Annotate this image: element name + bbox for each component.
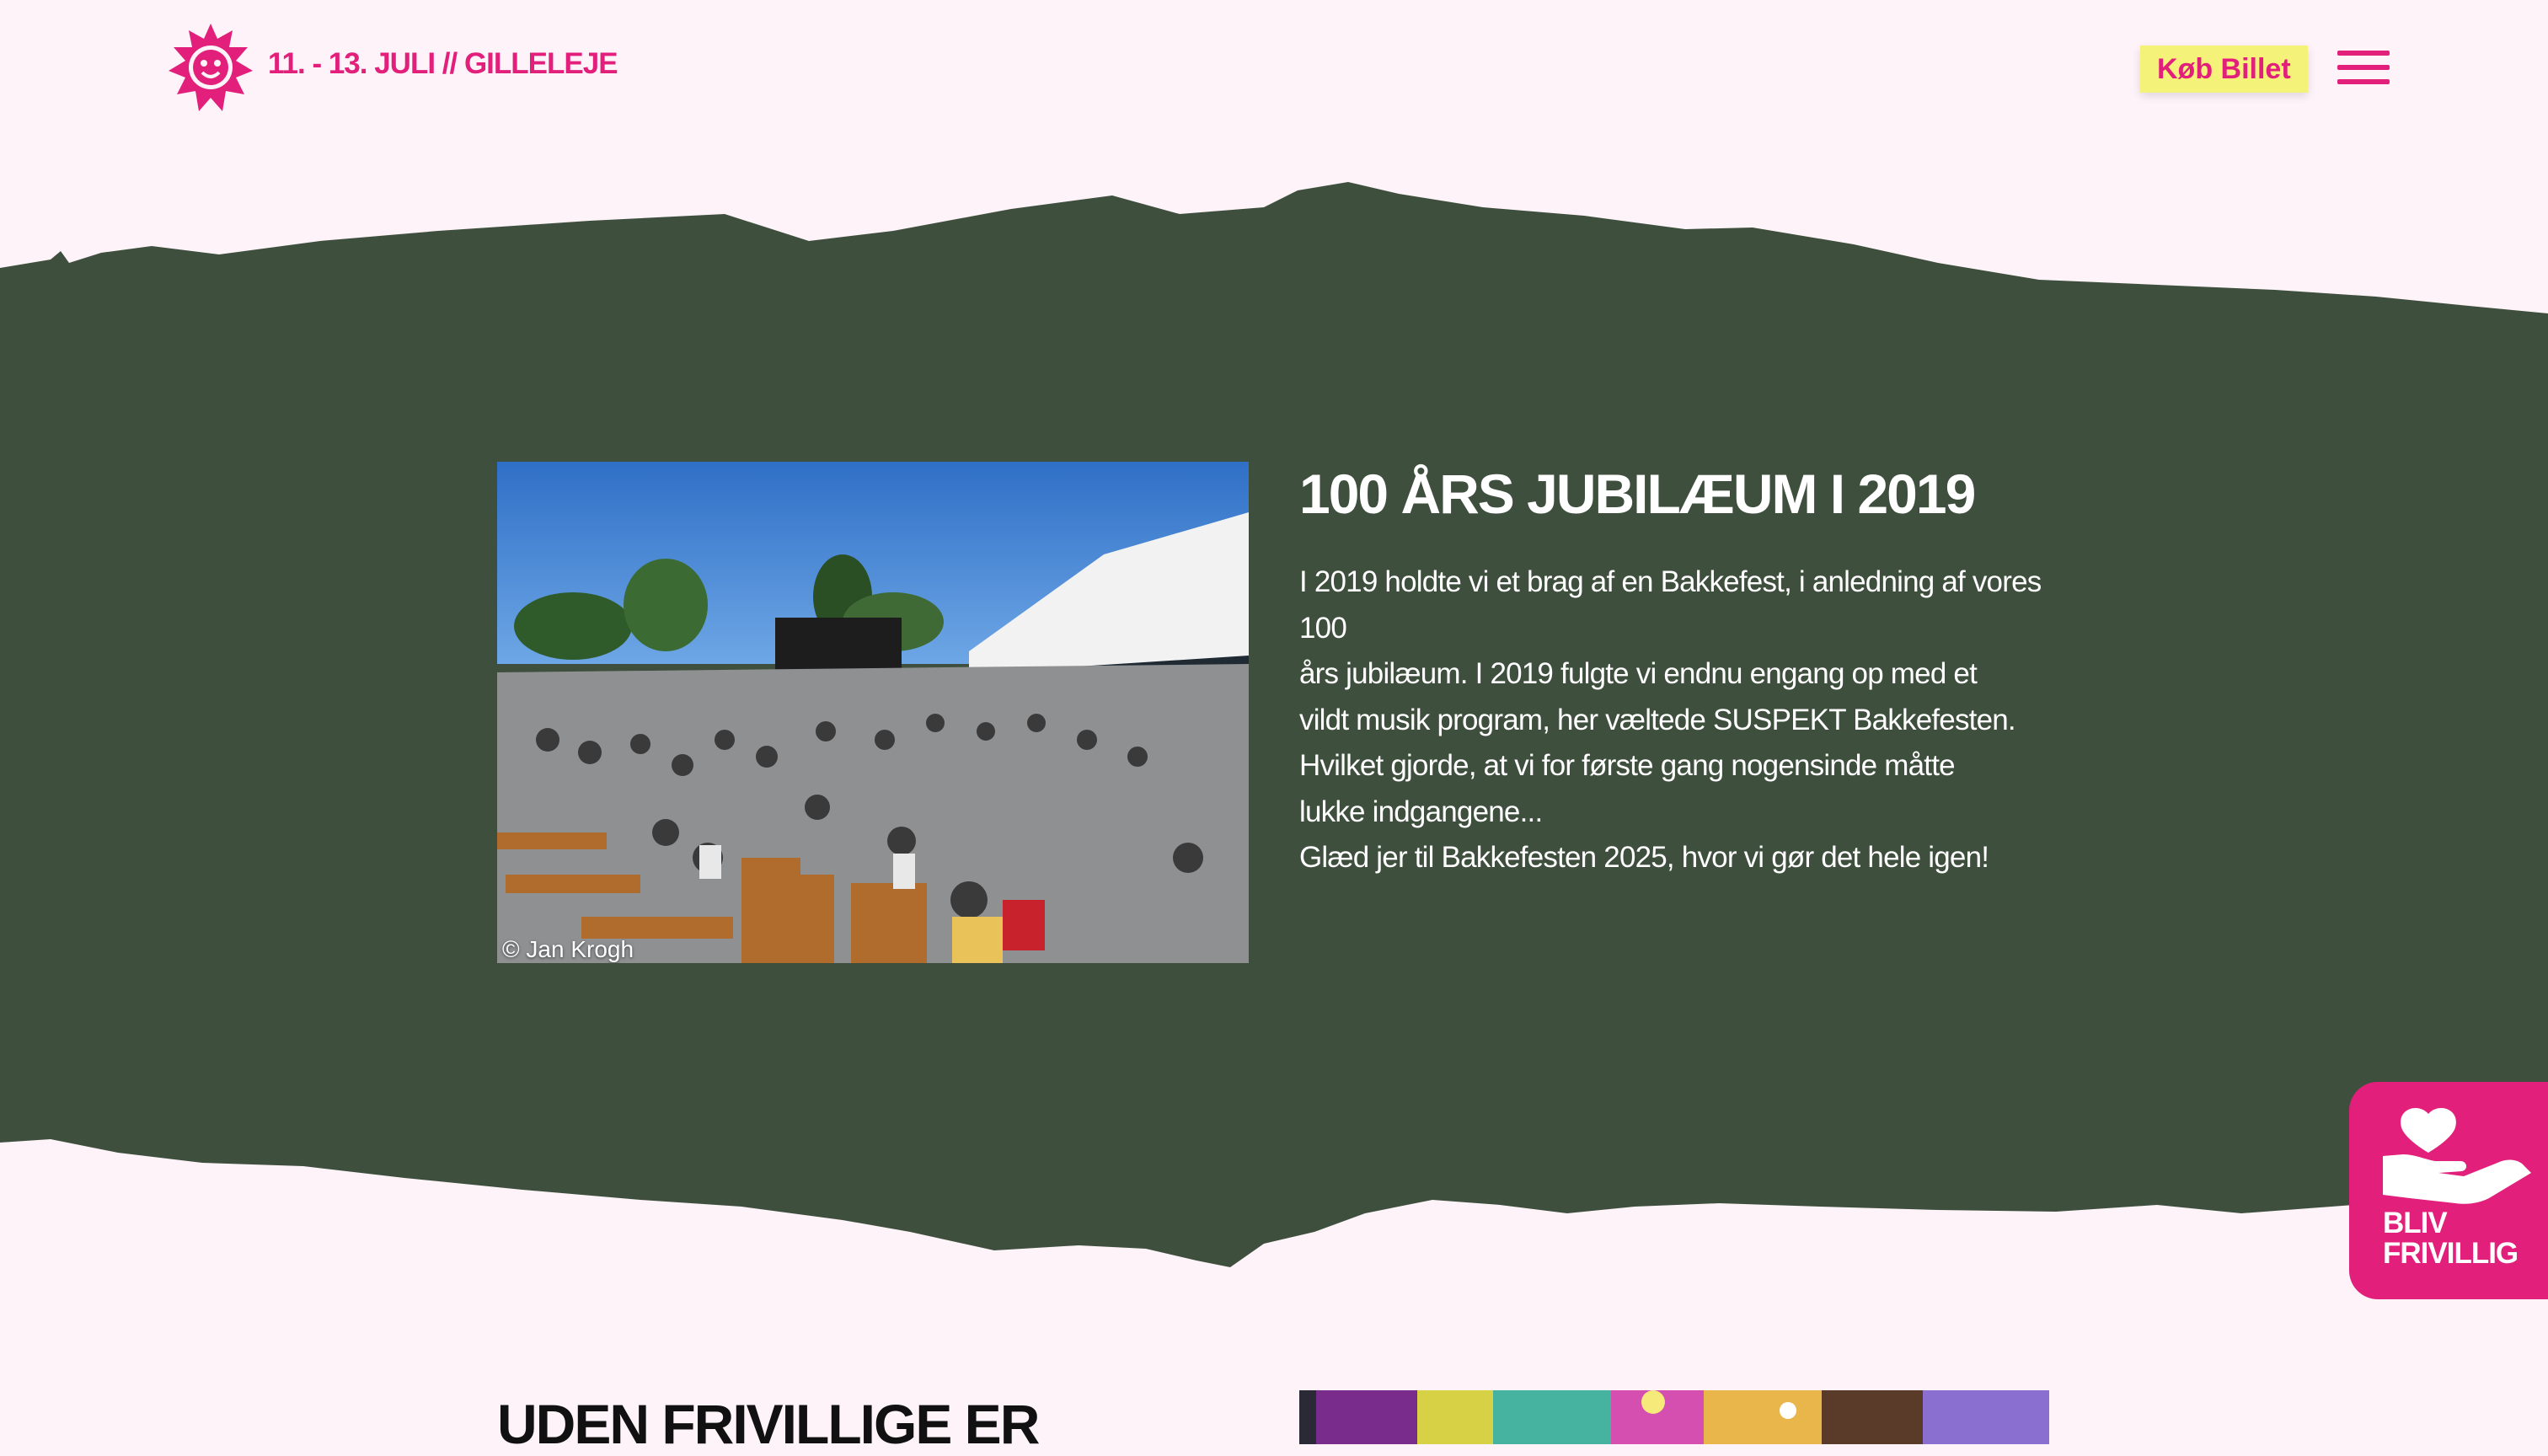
body-line: I 2019 holdte vi et brag af en Bakkefest… <box>1299 565 2042 645</box>
section-body: I 2019 holdte vi et brag af en Bakkefest… <box>1299 559 2058 881</box>
next-section-title: UDEN FRIVILLIGE ER <box>497 1393 1040 1455</box>
body-line: vildt musik program, her væltede SUSPEKT… <box>1299 703 2016 736</box>
body-line: Glæd jer til Bakkefesten 2025, hvor vi g… <box>1299 841 1989 874</box>
heart-hand-icon <box>2383 1108 2531 1204</box>
festival-crowd-photo: © Jan Krogh <box>497 462 1249 963</box>
volunteer-label-line: FRIVILLIG <box>2383 1237 2519 1270</box>
section-title: 100 ÅRS JUBILÆUM I 2019 <box>1299 463 1976 525</box>
body-line: års jubilæum. I 2019 fulgte vi endnu eng… <box>1299 657 1978 690</box>
body-line: lukke indgangene... <box>1299 795 1543 828</box>
volunteer-label-line: BLIV <box>2383 1207 2448 1239</box>
green-torn-band <box>0 182 2548 1267</box>
body-line: Hvilket gjorde, at vi for første gang no… <box>1299 749 1956 782</box>
volunteer-label: BLIV FRIVILLIG <box>2383 1208 2535 1269</box>
next-section-photo <box>1299 1390 2049 1444</box>
become-volunteer-button[interactable]: BLIV FRIVILLIG <box>2349 1082 2548 1299</box>
photo-credit: © Jan Krogh <box>502 936 634 962</box>
